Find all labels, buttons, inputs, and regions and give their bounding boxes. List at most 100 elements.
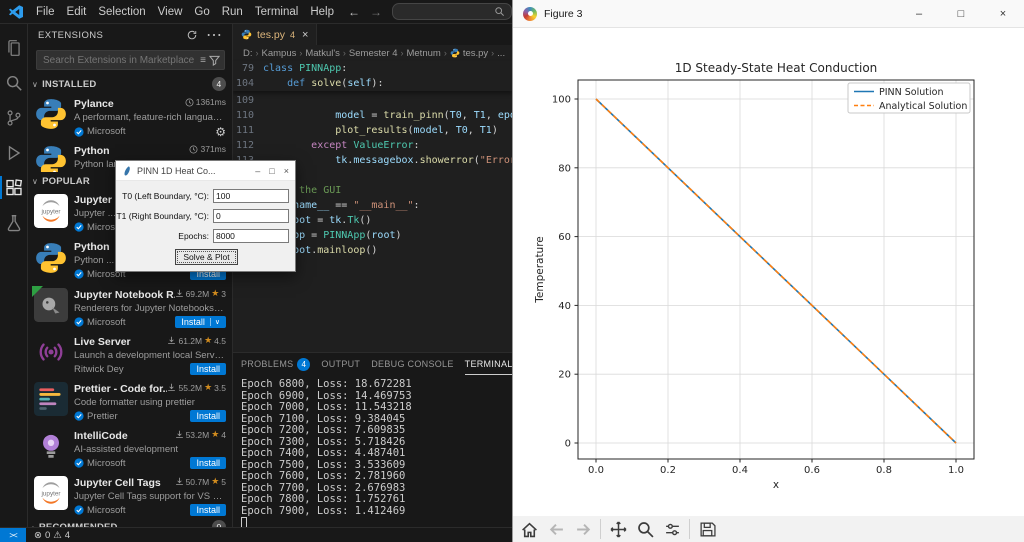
sort-icon[interactable]: ≡ [200,55,206,66]
t1-input[interactable] [213,209,289,223]
status-problems[interactable]: ⊗0 ⚠4 [34,530,70,541]
activity-testing-icon[interactable] [0,205,28,240]
line-number: 112 [233,138,263,153]
svg-text:0: 0 [565,439,571,450]
terminal-line: Epoch 7900, Loss: 1.412469 [241,506,510,518]
remote-indicator[interactable]: >< [0,528,26,542]
dialog-titlebar[interactable]: PINN 1D Heat Co... – □ × [116,161,295,181]
breadcrumb-item[interactable]: tes.py [463,48,488,59]
save-tool-icon[interactable] [697,519,717,539]
publisher-name: Microsoft [87,458,187,469]
python-extension-icon [34,144,68,172]
plot-canvas[interactable]: 0.00.20.40.60.81.00204060801001D Steady-… [513,28,1024,516]
menu-edit[interactable]: Edit [61,6,93,18]
code-line: 111 plot_results(model, T0, T1) [233,123,512,138]
back-arrow-icon[interactable]: ← [348,5,360,19]
panel-tab-terminal[interactable]: TERMINAL [465,353,513,375]
dialog-close-button[interactable]: × [284,166,289,176]
code-line: 104 def solve(self): [233,76,512,91]
install-dropdown-icon[interactable]: ∨ [210,318,220,326]
install-button[interactable]: Install [190,457,226,469]
extension-name: Python [74,145,189,157]
breadcrumb-item[interactable]: D: [243,48,253,59]
menu-file[interactable]: File [30,6,61,18]
configure-tool-icon[interactable] [662,519,682,539]
extension-item[interactable]: Prettier - Code for...55.2M ★3.5Code for… [28,378,232,425]
install-button[interactable]: Install∨ [175,316,226,328]
figure-minimize-button[interactable]: – [898,0,940,28]
extension-item[interactable]: Jupyter Notebook R...69.2M ★3Renderers f… [28,284,232,331]
dialog-minimize-button[interactable]: – [255,166,260,176]
figure-maximize-button[interactable]: □ [940,0,982,28]
code-text: except ValueError: [263,138,512,153]
dialog-maximize-button[interactable]: □ [269,166,274,176]
back-tool-icon[interactable] [546,519,566,539]
home-tool-icon[interactable] [519,519,539,539]
activity-search-icon[interactable] [0,65,28,100]
extensions-search-box[interactable]: ≡ [36,50,225,70]
tab-close-icon[interactable]: × [302,29,308,41]
heat-conduction-chart: 0.00.20.40.60.81.00204060801001D Steady-… [513,28,1024,516]
breadcrumb[interactable]: D:›Kampus›Matkul's›Semester 4›Metnum›tes… [233,45,512,61]
extension-publisher-row: Ritwick DeyInstall [74,363,226,375]
install-button[interactable]: Install [190,363,226,375]
verified-publisher-icon [74,505,84,515]
extension-item[interactable]: jupyterJupyter Cell Tags50.7M ★5Jupyter … [28,472,232,519]
panel-tab-debug-console[interactable]: DEBUG CONSOLE [371,353,453,375]
breadcrumb-item[interactable]: ... [497,48,505,59]
menu-selection[interactable]: Selection [92,6,151,18]
activity-source-control-icon[interactable] [0,100,28,135]
extension-info: Prettier - Code for...55.2M ★3.5Code for… [74,382,226,425]
install-button[interactable]: Install [190,504,226,516]
more-actions-icon[interactable]: ⋯ [206,25,222,45]
filter-icon[interactable] [209,55,220,66]
panel-tab-bar: PROBLEMS4OUTPUTDEBUG CONSOLETERMINALPORT… [233,353,512,375]
breadcrumb-item[interactable]: Metnum [406,48,440,59]
breadcrumb-item[interactable]: Semester 4 [349,48,398,59]
extension-item[interactable]: IntelliCode53.2M ★4AI-assisted developme… [28,425,232,472]
menu-run[interactable]: Run [216,6,249,18]
section-recommended[interactable]: › RECOMMENDED 0 [28,518,232,527]
activity-explorer-icon[interactable] [0,30,28,65]
svg-text:0.8: 0.8 [876,465,892,476]
refresh-icon[interactable] [186,29,198,41]
extension-description: A performant, feature-rich languag... [74,112,226,123]
figure-close-button[interactable]: × [982,0,1024,28]
t0-input[interactable] [213,189,289,203]
activity-run-and-debug-icon[interactable] [0,135,28,170]
menu-terminal[interactable]: Terminal [249,6,304,18]
downloads-icon [175,430,184,439]
forward-tool-icon[interactable] [573,519,593,539]
gear-icon[interactable]: ⚙ [215,125,226,139]
svg-text:100: 100 [552,95,571,106]
command-center-search[interactable] [392,3,512,20]
section-installed[interactable]: ∨ INSTALLED 4 [28,75,232,93]
figure-titlebar[interactable]: Figure 3 – □ × [513,0,1024,28]
breadcrumb-item[interactable]: Matkul's [305,48,340,59]
menu-help[interactable]: Help [304,6,340,18]
panel-tab-output[interactable]: OUTPUT [321,353,360,375]
forward-arrow-icon[interactable]: → [370,5,382,19]
panel-tab-problems[interactable]: PROBLEMS4 [241,353,310,375]
zoom-tool-icon[interactable] [635,519,655,539]
extension-meta: 53.2M ★4 [175,429,226,440]
recommended-count-badge: 0 [212,520,226,527]
tab-tes-py[interactable]: tes.py 4 × [233,24,317,45]
menu-view[interactable]: View [152,6,189,18]
publisher-name: Microsoft [87,505,187,516]
activity-extensions-icon[interactable] [0,170,28,205]
tab-filename: tes.py [257,29,285,41]
extension-item[interactable]: Live Server61.2M ★4.5Launch a developmen… [28,331,232,378]
publisher-name: Prettier [87,411,187,422]
jupyter-dark-extension-icon [34,288,68,322]
install-button[interactable]: Install [190,410,226,422]
epochs-field-row: Epochs: [116,228,295,243]
pan-tool-icon[interactable] [608,519,628,539]
extensions-search-input[interactable] [41,54,197,67]
solve-and-plot-button[interactable]: Solve & Plot [175,249,238,265]
menu-go[interactable]: Go [188,6,215,18]
breadcrumb-item[interactable]: Kampus [262,48,297,59]
extension-item[interactable]: Pylance1361msA performant, feature-rich … [28,93,232,140]
epochs-input[interactable] [213,229,289,243]
terminal-output[interactable]: Epoch 6800, Loss: 18.672281Epoch 6900, L… [241,379,510,527]
